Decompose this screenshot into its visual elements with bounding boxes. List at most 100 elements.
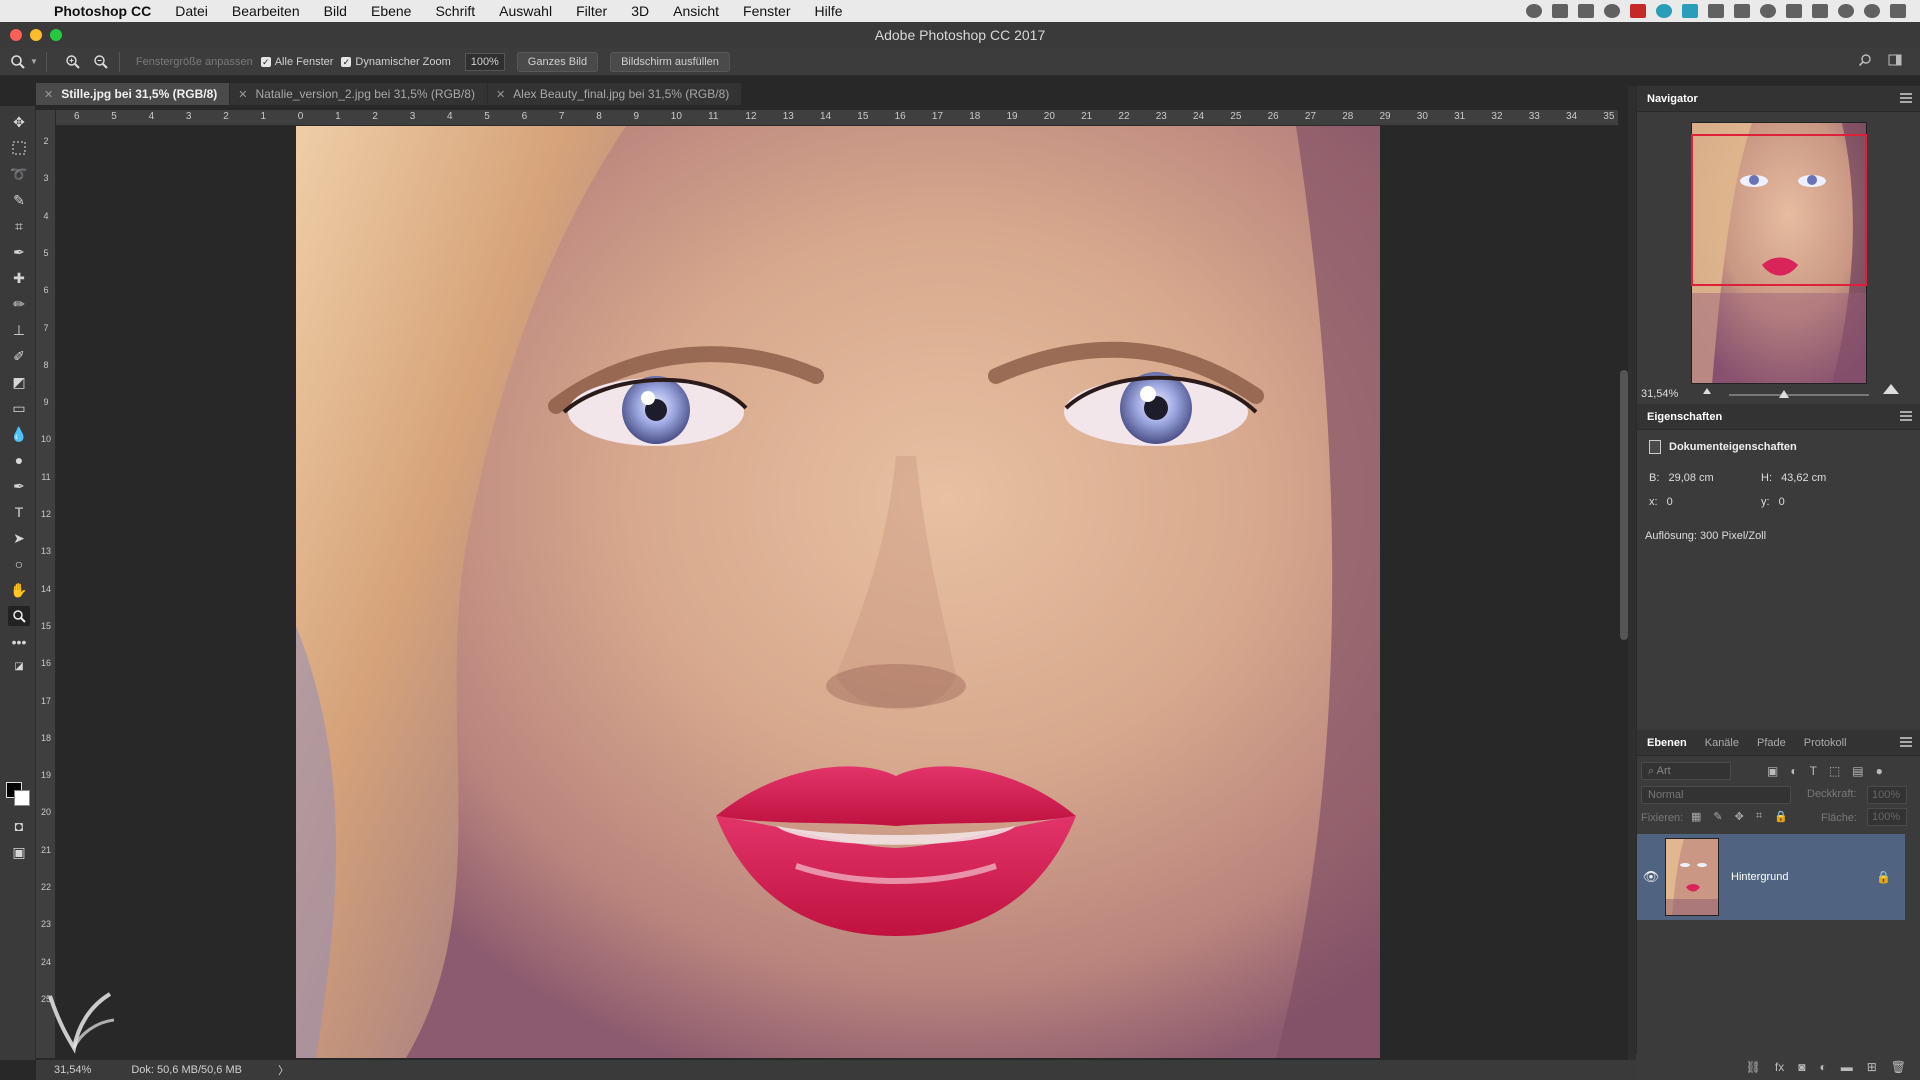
add-mask-icon[interactable]: ◙ xyxy=(1798,1060,1805,1074)
zoom-percent-button[interactable]: 100% xyxy=(464,52,505,71)
panel-menu-icon[interactable] xyxy=(1900,411,1912,421)
height-value[interactable]: 43,62 cm xyxy=(1781,472,1826,484)
quick-mask-icon[interactable]: ◘ xyxy=(8,816,30,836)
ellipse-tool-icon[interactable]: ○ xyxy=(8,554,30,574)
menu-fenster[interactable]: Fenster xyxy=(731,3,802,19)
menu-datei[interactable]: Datei xyxy=(163,3,220,19)
horizontal-ruler[interactable]: 6 5 4 3 2 1 0 1 2 3 4 5 6 7 8 9 10 11 12 13 14 15 16 17 18 19 20 21… xyxy=(56,110,1618,126)
vertical-scrollbar[interactable] xyxy=(1620,370,1628,640)
delete-layer-icon[interactable]: 🗑 xyxy=(1891,1060,1906,1074)
menu-ebene[interactable]: Ebene xyxy=(359,3,423,19)
minimize-window-button[interactable] xyxy=(30,29,42,41)
lock-transparency-icon[interactable]: ▦ xyxy=(1691,810,1701,823)
lock-pixels-icon[interactable]: ✎ xyxy=(1713,810,1722,823)
shape-filter-icon[interactable]: ⬚ xyxy=(1829,764,1840,778)
adjustment-filter-icon[interactable]: ◐ xyxy=(1790,764,1797,778)
dynamic-zoom-checkbox[interactable]: ✓ Dynamischer Zoom xyxy=(341,56,451,68)
tab-stille[interactable]: ✕ Stille.jpg bei 31,5% (RGB/8) xyxy=(36,83,231,105)
notification-center-icon[interactable] xyxy=(1890,4,1906,18)
menu-ansicht[interactable]: Ansicht xyxy=(661,3,731,19)
workspace-icon[interactable] xyxy=(1888,53,1902,70)
zoom-slider-knob[interactable] xyxy=(1779,390,1789,398)
adobe-icon[interactable] xyxy=(1630,4,1646,18)
type-filter-icon[interactable]: T xyxy=(1810,764,1817,778)
layer-name[interactable]: Hintergrund xyxy=(1731,871,1788,883)
layer-lock-icon[interactable]: 🔒 xyxy=(1876,870,1891,884)
layer-row-background[interactable]: 👁 Hintergrund 🔒 xyxy=(1637,834,1905,920)
type-tool-icon[interactable]: T xyxy=(8,502,30,522)
menu-filter[interactable]: Filter xyxy=(564,3,619,19)
zoom-in-icon[interactable] xyxy=(63,52,83,72)
eraser-tool-icon[interactable]: ◩ xyxy=(8,372,30,392)
creative-cloud-icon[interactable] xyxy=(1604,4,1620,18)
fill-input[interactable]: 100% xyxy=(1867,808,1907,826)
bluetooth-icon[interactable] xyxy=(1786,4,1802,18)
sync-icon[interactable] xyxy=(1656,4,1672,18)
marquee-tool-icon[interactable] xyxy=(8,138,30,158)
blur-tool-icon[interactable]: 💧 xyxy=(8,424,30,444)
transfer-icon[interactable] xyxy=(1708,4,1724,18)
panel-menu-icon[interactable] xyxy=(1900,737,1912,747)
navigator-zoom-slider[interactable] xyxy=(1729,394,1869,396)
close-tab-icon[interactable]: ✕ xyxy=(44,88,53,101)
preset-dropdown-icon[interactable]: ▼ xyxy=(30,57,38,66)
move-tool-icon[interactable]: ✥ xyxy=(8,112,30,132)
app-status-icon[interactable] xyxy=(1552,4,1568,18)
fit-screen-button[interactable]: Ganzes Bild xyxy=(516,51,599,72)
tab-navigator[interactable]: Navigator xyxy=(1647,93,1698,105)
tab-layers[interactable]: Ebenen xyxy=(1647,737,1687,749)
dodge-tool-icon[interactable]: ● xyxy=(8,450,30,470)
tab-alex-beauty[interactable]: ✕ Alex Beauty_final.jpg bei 31,5% (RGB/8… xyxy=(487,83,743,105)
zoom-tool-preset-icon[interactable] xyxy=(8,52,28,72)
fit-window-label[interactable]: Fenstergröße anpassen xyxy=(136,56,253,68)
menu-bild[interactable]: Bild xyxy=(312,3,359,19)
filter-toggle-icon[interactable]: ● xyxy=(1876,764,1883,778)
zoom-tool-icon[interactable] xyxy=(8,606,30,626)
panel-menu-icon[interactable] xyxy=(1900,93,1912,103)
lasso-tool-icon[interactable]: ➰ xyxy=(8,164,30,184)
record-icon[interactable] xyxy=(1526,4,1542,18)
lock-artboard-icon[interactable]: ⌗ xyxy=(1756,810,1762,823)
brush-tool-icon[interactable]: ✏ xyxy=(8,294,30,314)
new-adjustment-icon[interactable]: ◐ xyxy=(1819,1060,1826,1074)
menu-hilfe[interactable]: Hilfe xyxy=(803,3,855,19)
menu-3d[interactable]: 3D xyxy=(619,3,661,19)
close-tab-icon[interactable]: ✕ xyxy=(238,88,247,101)
lock-position-icon[interactable]: ✥ xyxy=(1735,810,1744,823)
zoom-out-icon[interactable] xyxy=(91,52,111,72)
default-colors-icon[interactable]: ◪ xyxy=(8,656,30,676)
background-color-swatch[interactable] xyxy=(14,790,30,806)
navigator-view-rectangle[interactable] xyxy=(1691,134,1867,286)
search-icon[interactable] xyxy=(1858,53,1872,70)
menu-schrift[interactable]: Schrift xyxy=(423,3,487,19)
lock-all-icon[interactable]: 🔒 xyxy=(1774,810,1788,823)
y-value[interactable]: 0 xyxy=(1779,496,1785,508)
more-tools-icon[interactable]: ••• xyxy=(8,632,30,652)
clone-stamp-tool-icon[interactable]: ⊥ xyxy=(8,320,30,340)
gradient-tool-icon[interactable]: ▭ xyxy=(8,398,30,418)
quick-selection-tool-icon[interactable]: ✎ xyxy=(8,190,30,210)
siri-icon[interactable] xyxy=(1864,4,1880,18)
pixel-filter-icon[interactable]: ▣ xyxy=(1767,764,1778,778)
healing-brush-tool-icon[interactable]: ✚ xyxy=(8,268,30,288)
s-app-icon[interactable] xyxy=(1682,4,1698,18)
tab-properties[interactable]: Eigenschaften xyxy=(1647,411,1722,423)
vertical-ruler[interactable]: 2 3 4 5 6 7 8 9 10 11 12 13 14 15 16 17 18 19 20 21 22 23 24 25 xyxy=(36,110,56,1058)
history-brush-tool-icon[interactable]: ✐ xyxy=(8,346,30,366)
time-machine-icon[interactable] xyxy=(1760,4,1776,18)
tab-paths[interactable]: Pfade xyxy=(1757,737,1786,749)
new-group-icon[interactable]: ▬ xyxy=(1841,1060,1853,1074)
spotlight-icon[interactable] xyxy=(1838,4,1854,18)
zoom-in-mountain-icon[interactable] xyxy=(1883,384,1899,394)
close-tab-icon[interactable]: ✕ xyxy=(496,88,505,101)
blend-mode-select[interactable]: Normal xyxy=(1641,786,1791,804)
new-layer-icon[interactable]: ⊞ xyxy=(1867,1060,1877,1074)
link-layers-icon[interactable]: ⛓ xyxy=(1746,1060,1761,1074)
path-selection-tool-icon[interactable]: ➤ xyxy=(8,528,30,548)
eyedropper-tool-icon[interactable]: ✒ xyxy=(8,242,30,262)
pen-tool-icon[interactable]: ✒ xyxy=(8,476,30,496)
display-icon[interactable] xyxy=(1734,4,1750,18)
fill-screen-button[interactable]: Bildschirm ausfüllen xyxy=(610,51,730,72)
layer-filter-select[interactable]: ⌕ Art xyxy=(1641,762,1731,780)
all-windows-checkbox[interactable]: ✓ Alle Fenster xyxy=(260,56,333,68)
